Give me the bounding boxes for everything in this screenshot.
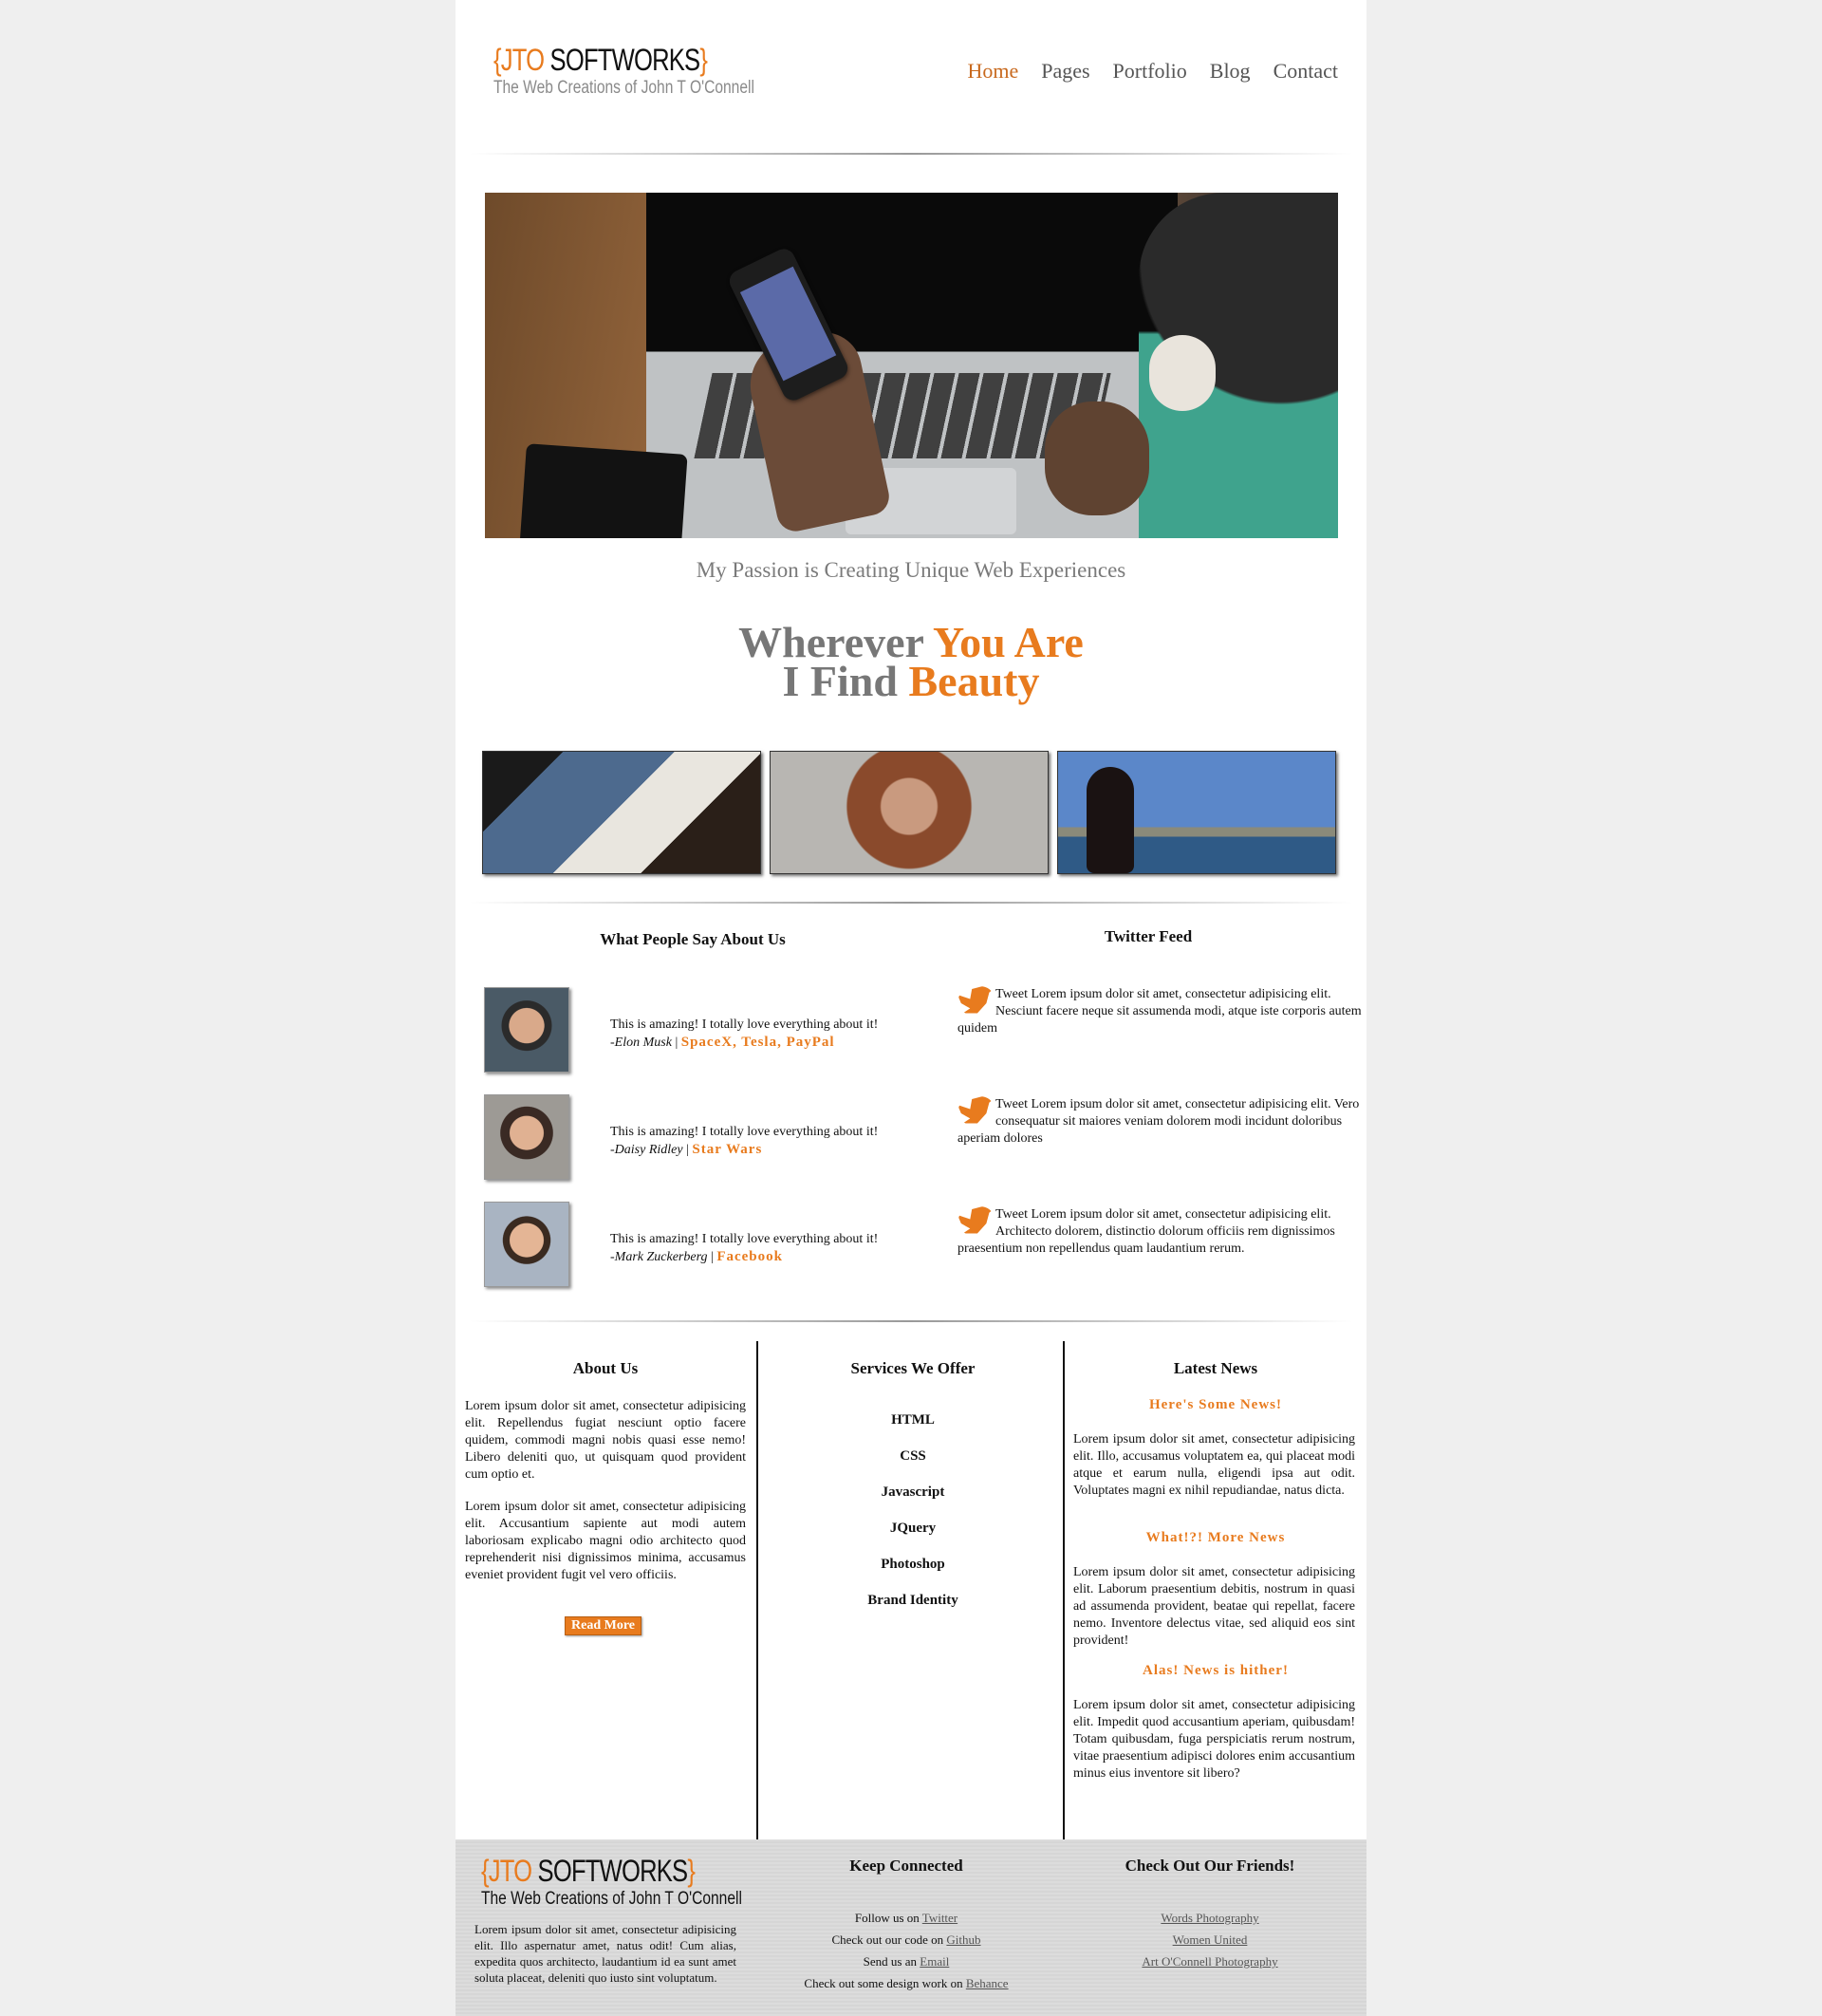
- behance-link[interactable]: Behance: [966, 1976, 1009, 1990]
- news-heading[interactable]: Here's Some News!: [1073, 1397, 1358, 1413]
- keep-connected-links: Follow us on Twitter Check out our code …: [759, 1907, 1053, 1994]
- about-us-title: About Us: [572, 1359, 639, 1377]
- testimonial-item: This is amazing! I totally love everythi…: [610, 1125, 879, 1157]
- testimonial-item: This is amazing! I totally love everythi…: [610, 1017, 879, 1050]
- gallery-divider: [470, 902, 1352, 904]
- nav-contact[interactable]: Contact: [1274, 59, 1338, 84]
- avatar-elon-musk: [484, 987, 569, 1073]
- nav-home[interactable]: Home: [967, 59, 1018, 84]
- friends-title: Check Out Our Friends!: [1125, 1857, 1295, 1875]
- gallery-image-lake[interactable]: [1057, 751, 1336, 874]
- service-item: HTML: [891, 1412, 935, 1428]
- email-link[interactable]: Email: [920, 1954, 949, 1969]
- footer-logo-wordmark: {JTO SOFTWORKS}: [481, 1854, 696, 1888]
- service-item: Javascript: [881, 1484, 945, 1500]
- tweet-item: Tweet Lorem ipsum dolor sit amet, consec…: [957, 1096, 1360, 1146]
- footer-about-text: Lorem ipsum dolor sit amet, consectetur …: [474, 1922, 736, 1985]
- gallery-image-desk[interactable]: [482, 751, 761, 874]
- twitter-bird-icon[interactable]: [957, 1096, 994, 1124]
- avatar-mark-zuckerberg: [484, 1202, 569, 1287]
- twitter-bird-icon[interactable]: [957, 986, 994, 1014]
- service-item: Photoshop: [881, 1557, 945, 1572]
- testimonials-divider: [470, 1320, 1352, 1322]
- gallery-image-portrait[interactable]: [770, 751, 1049, 874]
- testimonial-item: This is amazing! I totally love everythi…: [610, 1232, 879, 1264]
- footer-logo-tagline: The Web Creations of John T O'Connell: [481, 1889, 742, 1909]
- nav-portfolio[interactable]: Portfolio: [1113, 59, 1187, 84]
- logo-wordmark: {JTO SOFTWORKS}: [493, 43, 708, 77]
- hero-cup: [1149, 335, 1216, 411]
- logo-tagline: The Web Creations of John T O'Connell: [493, 78, 754, 98]
- friend-link-words-photography[interactable]: Words Photography: [1161, 1911, 1258, 1925]
- nav-blog[interactable]: Blog: [1210, 59, 1251, 84]
- page-container: {JTO SOFTWORKS} The Web Creations of Joh…: [456, 0, 1366, 2016]
- connect-row: Check out our code on Github: [831, 1932, 981, 1947]
- tweet-item: Tweet Lorem ipsum dolor sit amet, consec…: [957, 986, 1362, 1036]
- testimonials-title: What People Say About Us: [600, 930, 786, 948]
- nav-pages[interactable]: Pages: [1041, 59, 1089, 84]
- site-logo[interactable]: {JTO SOFTWORKS} The Web Creations of Joh…: [493, 42, 811, 99]
- about-us-text: Lorem ipsum dolor sit amet, consectetur …: [465, 1399, 746, 1582]
- hero-subtitle: My Passion is Creating Unique Web Experi…: [696, 558, 1126, 582]
- connect-row: Send us an Email: [863, 1954, 950, 1969]
- header-divider: [470, 153, 1352, 155]
- github-link[interactable]: Github: [946, 1932, 980, 1947]
- news-text: Lorem ipsum dolor sit amet, consectetur …: [1073, 1565, 1355, 1648]
- news-heading[interactable]: What!?! More News: [1073, 1530, 1358, 1546]
- hero-hand-right: [1045, 401, 1149, 515]
- friend-link-women-united[interactable]: Women United: [1173, 1932, 1248, 1947]
- news-text: Lorem ipsum dolor sit amet, consectetur …: [1073, 1698, 1355, 1781]
- main-nav: Home Pages Portfolio Blog Contact: [967, 59, 1338, 84]
- friend-link-art-oconnell[interactable]: Art O'Connell Photography: [1142, 1954, 1277, 1969]
- services-list: HTML CSS Javascript JQuery Photoshop Bra…: [761, 1412, 1065, 1629]
- footer-logo[interactable]: {JTO SOFTWORKS} The Web Creations of Joh…: [481, 1853, 799, 1910]
- friends-links: Words Photography Women United Art O'Con…: [1063, 1907, 1357, 1972]
- hero-notebook: [519, 443, 688, 538]
- service-item: CSS: [900, 1448, 926, 1464]
- column-divider-left: [756, 1341, 758, 1839]
- hero-image: [485, 193, 1338, 538]
- image-gallery: [482, 751, 1336, 874]
- twitter-bird-icon[interactable]: [957, 1206, 994, 1234]
- news-heading[interactable]: Alas! News is hither!: [1073, 1663, 1358, 1679]
- tweet-item: Tweet Lorem ipsum dolor sit amet, consec…: [957, 1206, 1335, 1256]
- service-item: Brand Identity: [867, 1593, 958, 1608]
- connect-row: Follow us on Twitter: [854, 1911, 958, 1925]
- hero-headline: Wherever You Are I Find Beauty: [738, 618, 1084, 705]
- twitter-feed-title: Twitter Feed: [1104, 927, 1193, 945]
- services-title: Services We Offer: [850, 1359, 976, 1377]
- news-text: Lorem ipsum dolor sit amet, consectetur …: [1073, 1432, 1355, 1498]
- twitter-link[interactable]: Twitter: [922, 1911, 957, 1925]
- avatar-daisy-ridley: [484, 1094, 569, 1180]
- site-footer: {JTO SOFTWORKS} The Web Creations of Joh…: [456, 1839, 1366, 2016]
- read-more-button[interactable]: Read More: [565, 1616, 641, 1635]
- latest-news-title: Latest News: [1173, 1359, 1258, 1377]
- keep-connected-title: Keep Connected: [849, 1857, 963, 1875]
- connect-row: Check out some design work on Behance: [804, 1976, 1009, 1990]
- service-item: JQuery: [889, 1521, 937, 1536]
